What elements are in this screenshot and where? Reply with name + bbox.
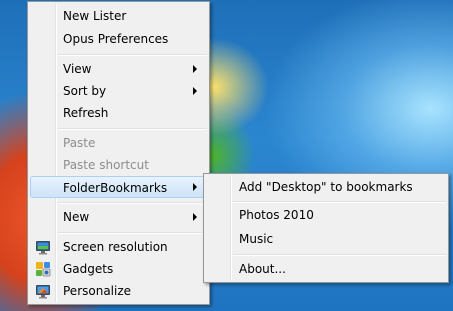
menu-item-music[interactable]: Music [206,228,446,250]
submenu-arrow-icon [193,213,197,221]
menu-separator [58,232,207,234]
menu-separator [233,201,446,203]
folderbookmarks-submenu: Add "Desktop" to bookmarks Photos 2010 M… [203,173,449,283]
menu-item-add-desktop-bookmark[interactable]: Add "Desktop" to bookmarks [206,176,446,198]
menu-item-gadgets[interactable]: Gadgets [30,258,207,280]
menu-item-label: Sort by [63,84,107,98]
menu-item-label: New Lister [63,9,127,23]
monitor-icon [35,239,51,255]
menu-item-label: Paste [63,136,96,150]
menu-item-folderbookmarks[interactable]: FolderBookmarks [30,176,207,198]
menu-item-refresh[interactable]: Refresh [30,102,207,124]
submenu-arrow-icon [193,65,197,73]
menu-item-photos-2010[interactable]: Photos 2010 [206,204,446,226]
menu-item-view[interactable]: View [30,58,207,80]
menu-separator [58,54,207,56]
personalize-icon [35,283,51,299]
gadgets-icon [35,261,51,277]
menu-item-new-lister[interactable]: New Lister [30,5,207,27]
menu-item-label: Refresh [63,106,109,120]
menu-item-label: Gadgets [63,262,114,276]
menu-separator [233,254,446,256]
menu-item-label: Opus Preferences [63,32,169,46]
menu-item-label: Music [239,232,274,246]
menu-item-new[interactable]: New [30,206,207,228]
menu-item-label: New [63,210,90,224]
submenu-arrow-icon [193,183,197,191]
menu-item-paste-shortcut[interactable]: Paste shortcut [30,154,207,176]
menu-item-label: Screen resolution [63,240,168,254]
menu-item-label: View [63,62,92,76]
menu-item-label: FolderBookmarks [63,181,168,195]
menu-item-label: Add "Desktop" to bookmarks [239,180,413,194]
menu-item-label: Photos 2010 [239,208,314,222]
menu-item-screen-resolution[interactable]: Screen resolution [30,236,207,258]
submenu-arrow-icon [193,87,197,95]
menu-item-about[interactable]: About... [206,258,446,280]
menu-item-label: About... [239,262,286,276]
desktop-context-menu: New Lister Opus Preferences View Sort by… [27,1,210,305]
menu-separator [58,128,207,130]
menu-item-personalize[interactable]: Personalize [30,280,207,302]
menu-item-label: Paste shortcut [63,158,149,172]
menu-item-opus-preferences[interactable]: Opus Preferences [30,28,207,50]
menu-item-label: Personalize [63,284,132,298]
menu-separator [58,202,207,204]
menu-item-paste[interactable]: Paste [30,132,207,154]
menu-item-sort-by[interactable]: Sort by [30,80,207,102]
